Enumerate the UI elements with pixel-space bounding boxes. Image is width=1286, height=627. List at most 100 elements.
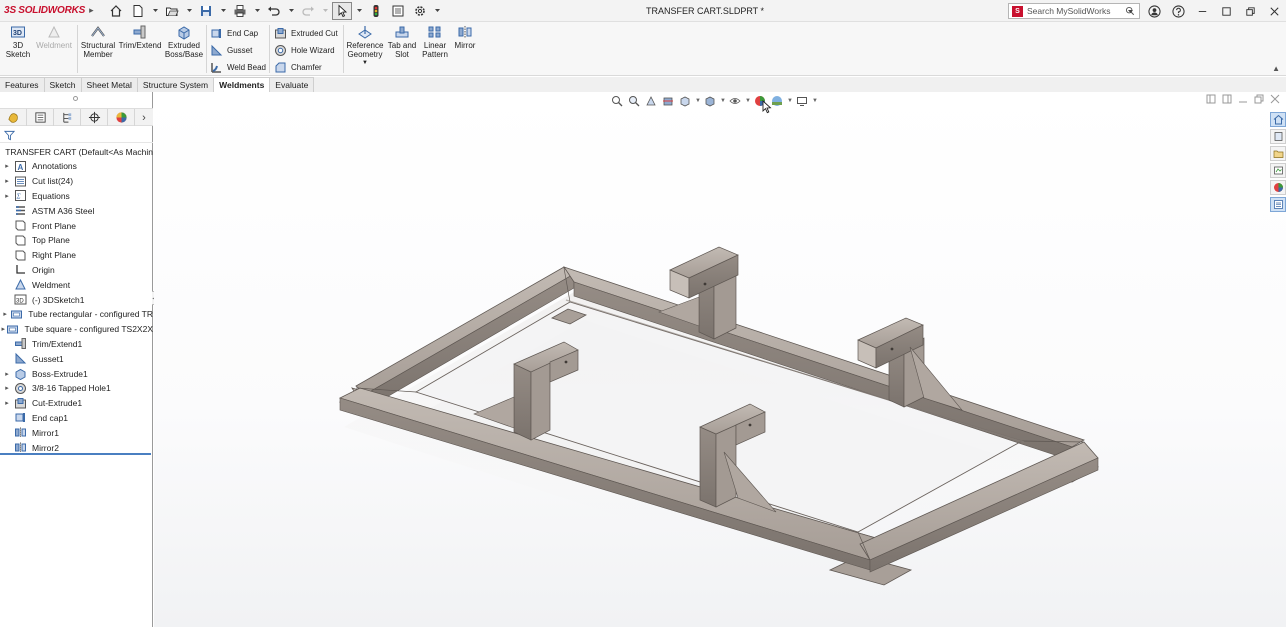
expand-arrow-icon[interactable]: ▸	[0, 370, 14, 378]
svg-text:Σ: Σ	[16, 193, 22, 201]
tree-item-origin[interactable]: Origin	[0, 263, 153, 278]
tree-item-cut-list[interactable]: ▸ Cut list(24)	[0, 174, 153, 189]
chamfer-button[interactable]: Chamfer	[274, 59, 322, 75]
restore-icon[interactable]	[1214, 0, 1238, 22]
rollback-bar[interactable]	[0, 453, 151, 455]
3d-sketch-button[interactable]: 3D 3D Sketch	[6, 24, 30, 59]
open-dropdown-icon[interactable]	[184, 2, 194, 20]
save-dropdown-icon[interactable]	[218, 2, 228, 20]
structural-member-button[interactable]: Structural Member	[79, 24, 117, 59]
tab-features[interactable]: Features	[0, 77, 45, 92]
tree-item-top-plane[interactable]: Top Plane	[0, 233, 153, 248]
reference-geometry-dropdown-icon[interactable]: ▼	[362, 59, 368, 68]
tab-sketch[interactable]: Sketch	[44, 77, 82, 92]
tree-item-end-cap1[interactable]: End cap1	[0, 411, 153, 426]
user-account-icon[interactable]	[1142, 0, 1166, 22]
home-icon[interactable]	[106, 2, 126, 20]
redo-dropdown-icon[interactable]	[320, 2, 330, 20]
menu-expand-icon[interactable]: ▸	[89, 5, 94, 16]
extruded-cut-button[interactable]: Extruded Cut	[274, 25, 338, 41]
structural-member-icon	[91, 26, 105, 37]
expand-arrow-icon[interactable]: ▸	[0, 399, 14, 407]
undo-icon[interactable]	[264, 2, 284, 20]
search-dropdown-icon[interactable]	[1118, 0, 1142, 22]
title-bar: 3S SOLIDWORKS ▸ TRANSFER CART.SLDPRT * S…	[0, 0, 1286, 22]
tree-item-material[interactable]: ASTM A36 Steel	[0, 203, 153, 218]
end-cap-button[interactable]: End Cap	[210, 25, 258, 41]
weld-bead-button[interactable]: Weld Bead	[210, 59, 266, 75]
tree-item-mirror1[interactable]: Mirror1	[0, 425, 153, 440]
expand-arrow-icon[interactable]: ▸	[0, 310, 10, 318]
file-properties-icon[interactable]	[388, 2, 408, 20]
tree-item-front-plane[interactable]: Front Plane	[0, 218, 153, 233]
tree-item-trim-extend1[interactable]: Trim/Extend1	[0, 337, 153, 352]
select-cursor-icon[interactable]	[332, 1, 352, 20]
tree-item-tube-rectangular[interactable]: ▸ Tube rectangular - configured TR	[0, 307, 153, 322]
rebuild-icon[interactable]	[366, 2, 386, 20]
display-manager-tab-icon[interactable]	[108, 109, 135, 126]
feature-manager-tab-icon[interactable]	[0, 109, 27, 126]
dimxpert-tab-icon[interactable]	[81, 109, 108, 126]
mirror-button[interactable]: Mirror	[452, 24, 478, 50]
trim-extend-button[interactable]: Trim/Extend	[119, 24, 161, 50]
configuration-manager-tab-icon[interactable]	[54, 109, 81, 126]
tree-item-label: Top Plane	[32, 235, 70, 246]
transfer-cart-model[interactable]	[154, 92, 1286, 627]
tree-item-gusset1[interactable]: Gusset1	[0, 351, 153, 366]
svg-text:3D: 3D	[13, 30, 22, 37]
undo-dropdown-icon[interactable]	[286, 2, 296, 20]
save-icon[interactable]	[196, 2, 216, 20]
options-gear-icon[interactable]	[410, 2, 430, 20]
linear-pattern-button[interactable]: Linear Pattern	[420, 24, 450, 59]
print-icon[interactable]	[230, 2, 250, 20]
tree-item-right-plane[interactable]: Right Plane	[0, 248, 153, 263]
open-icon[interactable]	[162, 2, 182, 20]
panel-grip-icon[interactable]	[73, 96, 78, 101]
select-dropdown-icon[interactable]	[354, 2, 364, 20]
expand-arrow-icon[interactable]: ▸	[0, 192, 14, 200]
redo-icon[interactable]	[298, 2, 318, 20]
tree-item-weldment[interactable]: Weldment	[0, 277, 153, 292]
tree-item-cut-extrude1[interactable]: ▸ Cut-Extrude1	[0, 396, 153, 411]
tab-sheet-metal[interactable]: Sheet Metal	[81, 77, 138, 92]
tree-root-part[interactable]: TRANSFER CART (Default<As Machin	[0, 144, 153, 159]
expand-arrow-icon[interactable]: ▸	[0, 384, 14, 392]
sketch3d-icon: 3D	[11, 26, 25, 38]
new-document-icon[interactable]	[128, 2, 148, 20]
gusset-button[interactable]: Gusset	[210, 42, 252, 58]
extruded-boss-button[interactable]: Extruded Boss/Base	[165, 24, 203, 59]
tab-and-slot-button[interactable]: Tab and Slot	[386, 24, 418, 59]
graphics-area[interactable]: ▼ ▼ ▼ ▼ ▼	[154, 92, 1286, 627]
expand-arrow-icon[interactable]: ▸	[0, 162, 14, 170]
tree-item-boss-extrude1[interactable]: ▸ Boss-Extrude1	[0, 366, 153, 381]
options-dropdown-icon[interactable]	[432, 2, 442, 20]
close-icon[interactable]	[1262, 0, 1286, 22]
tree-item-tapped-hole1[interactable]: ▸ 3/8-16 Tapped Hole1	[0, 381, 153, 396]
tab-structure-system[interactable]: Structure System	[137, 77, 215, 92]
minimize-icon[interactable]	[1190, 0, 1214, 22]
tree-filter[interactable]	[0, 128, 153, 143]
print-dropdown-icon[interactable]	[252, 2, 262, 20]
weldment-icon	[48, 25, 60, 38]
more-tabs-chevron-icon[interactable]: ›	[135, 109, 153, 126]
hole-wizard-button[interactable]: Hole Wizard	[274, 42, 335, 58]
tab-weldments[interactable]: Weldments	[214, 77, 271, 92]
svg-text:A: A	[18, 163, 24, 172]
new-dropdown-icon[interactable]	[150, 2, 160, 20]
tree-item-label: Weldment	[32, 279, 71, 290]
weldment-button[interactable]: Weldment	[34, 24, 74, 50]
reference-geometry-button[interactable]: Reference Geometry ▼	[346, 24, 384, 68]
property-manager-tab-icon[interactable]	[27, 109, 54, 126]
sketch3d-icon: 3D	[14, 294, 27, 305]
help-icon[interactable]	[1166, 0, 1190, 22]
collapse-ribbon-icon[interactable]: ▲	[1272, 64, 1280, 73]
tree-item-annotations[interactable]: ▸ A Annotations	[0, 159, 153, 174]
tree-item-3dsketch1[interactable]: 3D (-) 3DSketch1	[0, 292, 153, 307]
maximize-icon[interactable]	[1238, 0, 1262, 22]
tab-evaluate[interactable]: Evaluate	[270, 77, 315, 92]
tree-item-tube-square[interactable]: ▸ Tube square - configured TS2X2X	[0, 322, 153, 337]
tree-item-equations[interactable]: ▸ Σ Equations	[0, 189, 153, 204]
solidworks-logo[interactable]: 3S SOLIDWORKS ▸	[0, 0, 94, 22]
feature-tree: TRANSFER CART (Default<As Machin ▸ A Annot…	[0, 144, 153, 455]
expand-arrow-icon[interactable]: ▸	[0, 177, 14, 185]
